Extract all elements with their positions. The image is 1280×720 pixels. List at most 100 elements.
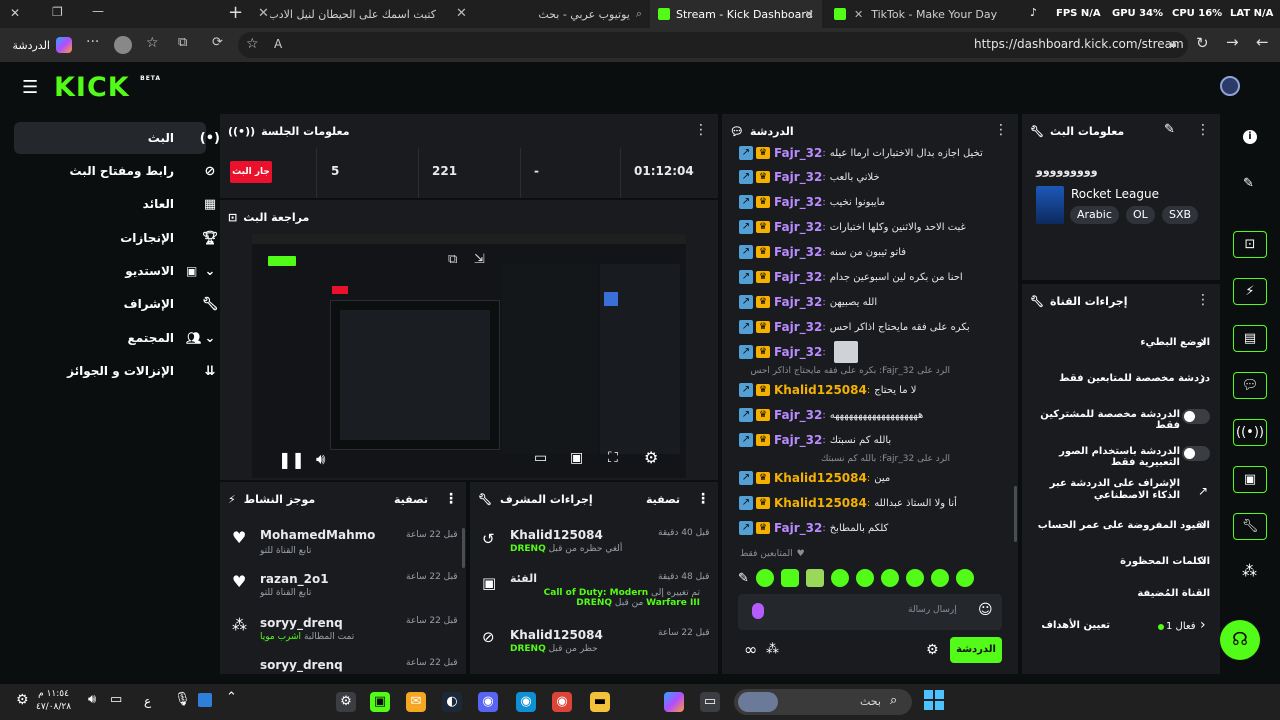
filter-button[interactable]: تصفية [646,493,680,506]
infinity-icon[interactable]: ∞ [744,640,757,659]
close-window-icon[interactable]: — [92,4,104,18]
sidebar-item-drops[interactable]: ⇊ الإنزالات و الجوائز [14,355,215,387]
rail-activity-button[interactable]: ⚡︎ [1233,278,1267,305]
network-icon[interactable]: ▭ [110,692,122,707]
popout-icon[interactable]: ⇲ [474,252,485,267]
language-indicator[interactable]: ع [144,694,151,708]
sidebar-item-stream-key[interactable]: ⊘ رابط ومفتاح البث [14,155,215,187]
sidebar-item-community[interactable]: ⌄ المجتمع 👥︎ [14,322,216,354]
more-options-icon[interactable]: ⋮ [1196,122,1210,138]
subscribers-only-toggle[interactable] [1182,409,1210,424]
set-goals-row[interactable]: تعيين الأهداف [1030,620,1110,631]
rail-notes-button[interactable]: ▤ [1233,325,1267,352]
rail-layout-button[interactable]: ▣ [1233,466,1267,493]
game-thumbnail[interactable] [1036,186,1064,224]
edge-app-icon[interactable]: ◉ [516,692,536,712]
emote-icon[interactable] [755,569,774,587]
chat-message[interactable]: ↗ ♛ Fajr_32: غبت الاحد والاثنين وكلها اختبا… [736,218,986,236]
sidebar-item-moderation[interactable]: 🔧︎ الإشراف [14,288,219,320]
followers-only-row[interactable]: دردشة مخصصة للمتابعين فقط [1030,373,1210,384]
chevron-right-icon[interactable]: › [1200,553,1206,569]
chat-username[interactable]: Fajr_32 [774,170,822,184]
chat-message[interactable]: ↗ ♛ Fajr_32: كلكم بالمطابخ [736,519,986,537]
edit-icon[interactable]: ✎ [1243,176,1254,191]
more-options-icon[interactable]: ⋮ [694,122,708,138]
chat-settings-icon[interactable]: ⚙ [926,642,939,658]
sidebar-item-achievements[interactable]: 🏆︎ الإنجازات [14,222,218,254]
chat-scrollbar[interactable] [1014,486,1017,542]
tab-close-icon[interactable]: ✕ [456,6,467,21]
more-options-icon[interactable]: ⋮ [444,491,458,507]
chat-message[interactable]: ↗ ♛ Khalid125084: أنا ولا الستاذ عبدالله [736,494,986,512]
pause-icon[interactable]: ❚❚ [278,450,305,469]
tag-chip[interactable]: OL [1126,206,1155,224]
chat-username[interactable]: Fajr_32 [774,245,822,259]
clip-icon[interactable]: ▣ [570,450,583,466]
kick-logo[interactable]: KICK BETA [54,72,161,103]
more-options-icon[interactable]: ⋮ [994,122,1008,138]
emote-icon[interactable] [880,569,899,587]
chat-username[interactable]: Fajr_32 [774,146,822,160]
emote-icon[interactable] [855,569,874,587]
chat-username[interactable]: Fajr_32 [774,320,822,334]
external-link-icon[interactable]: ↗ [1198,484,1208,498]
chevron-up-icon[interactable]: ⌃ [226,690,237,705]
chevron-right-icon[interactable]: › [1200,370,1206,386]
chat-message[interactable]: ↗ ♛ Fajr_32: [736,341,986,363]
taskbar-search[interactable]: ⌕ بحث [734,689,912,715]
chat-message[interactable]: ↗ ♛ Fajr_32: تخيل اجازه بدال الاختبارات ارم… [736,144,986,162]
tab-close-icon[interactable]: ✕ [805,8,814,21]
chat-message[interactable]: ↗ ♛ Fajr_32: فاتو ثيبون من سنه [736,243,986,261]
start-button[interactable] [924,690,944,710]
edit-icon[interactable]: ✎ [1164,122,1175,137]
emotes-only-toggle[interactable] [1182,446,1210,461]
more-options-icon[interactable]: ⋮ [696,491,710,507]
stream-video-player[interactable]: ⧉ ⇲ ❚❚ 🔊︎ ▭ ▣ ⛶ ⚙ [252,234,686,478]
extensions-icon[interactable]: ⟳ [212,35,223,50]
minimize-icon[interactable]: ✕ [10,6,20,20]
forward-icon[interactable]: → [1226,33,1239,51]
tab-tiktok[interactable]: ✕ TikTok - Make Your Day [826,0,1022,28]
profile-avatar[interactable] [114,36,132,54]
info-icon[interactable]: i [1243,130,1257,144]
volume-icon[interactable]: 🔊︎ [316,450,325,468]
banned-words-row[interactable]: الكلمات المحظورة [1030,556,1210,567]
chat-username[interactable]: Fajr_32 [774,408,822,422]
rail-preview-button[interactable]: ⊡ [1233,231,1267,258]
chat-username[interactable]: Fajr_32 [774,521,822,535]
explorer-app-icon[interactable]: ▬ [590,692,610,712]
chat-username[interactable]: Khalid125084 [774,496,867,510]
chevron-right-icon[interactable]: › [1200,334,1206,350]
favorite-star-icon[interactable]: ☆ [246,36,259,52]
emote-icon[interactable] [830,569,849,587]
chat-message[interactable]: ↗ ♛ Fajr_32: خلاني بالعب [736,168,986,186]
slow-mode-row[interactable]: الوضع البطيء [1030,337,1210,348]
tab-youtube-video[interactable]: كتبت اسمك على الحيطان لنيل الادب... [270,0,450,28]
chat-message[interactable]: ↗ ♛ Fajr_32: مايبونوا نخيب [736,193,986,211]
emote-picker-icon[interactable]: ✎ [738,571,749,586]
clock[interactable]: ١١:٥٤ م ٤٧/٠٨/٢٨ [36,688,71,714]
sidebar-item-studio[interactable]: ⌄ الاستديو ▣ [14,255,215,287]
chat-message[interactable]: ↗ ♛ Khalid125084: لا ما يحتاج [736,381,986,399]
chat-username[interactable]: Khalid125084 [774,471,867,485]
settings-app-icon[interactable]: ⚙ [336,692,356,712]
rail-moderation-button[interactable]: 🔧︎ [1233,513,1267,540]
settings-icon[interactable]: ⚙ [644,448,658,467]
url-field[interactable]: ☆ A https://dashboard.kick.com/stream 🔒︎ [238,32,1188,58]
game-name[interactable]: Rocket League [1071,187,1159,201]
tag-chip[interactable]: Arabic [1070,206,1119,224]
app-tray-icon[interactable] [198,693,212,707]
more-widgets-icon[interactable]: ⁂ [1242,562,1257,580]
chat-message[interactable]: ↗ ♛ Fajr_32: هههههههههههههههههههه [736,406,986,424]
pip-icon[interactable]: ⧉ [448,252,457,267]
rail-broadcast-button[interactable]: ((•)) [1233,419,1267,446]
copilot-chat-button[interactable]: الدردشة [6,33,72,57]
user-avatar[interactable] [1220,76,1240,96]
sidebar-item-stream[interactable]: (•) البث [14,122,220,154]
discord-app-icon[interactable]: ◉ [478,692,498,712]
rail-chat-button[interactable]: 💬︎ [1233,372,1267,399]
chat-username[interactable]: Fajr_32 [774,220,822,234]
speaker-icon[interactable]: 🔊︎ [88,692,96,707]
filter-button[interactable]: تصفية [394,493,428,506]
chevron-right-icon[interactable]: › [1200,617,1206,633]
